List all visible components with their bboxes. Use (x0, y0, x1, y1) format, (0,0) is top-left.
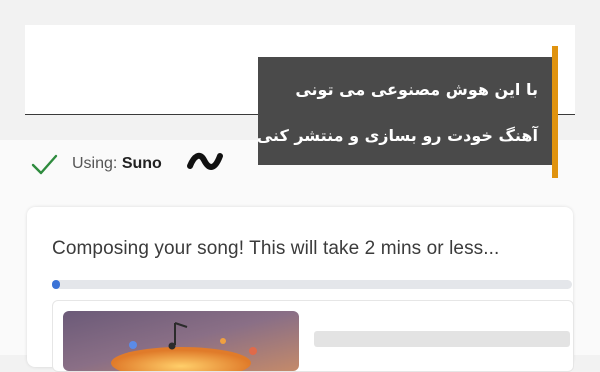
check-icon (30, 150, 58, 178)
banner-line-2: آهنگ خودت رو بسازی و منتشر کنی (256, 126, 538, 145)
progress-bar (52, 280, 572, 289)
status-row: Using: Suno (30, 146, 162, 182)
progress-fill (52, 280, 60, 289)
song-title-placeholder (314, 331, 570, 347)
song-thumbnail[interactable] (63, 311, 299, 371)
service-name: Suno (121, 155, 162, 172)
headline-banner (258, 57, 558, 165)
composing-message: Composing your song! This will take 2 mi… (52, 238, 500, 259)
using-label: Using: Suno (72, 155, 162, 172)
banner-accent (552, 46, 558, 178)
banner-line-1: با این هوش مصنوعی می تونی (295, 80, 538, 99)
suno-logo-icon (186, 146, 224, 180)
